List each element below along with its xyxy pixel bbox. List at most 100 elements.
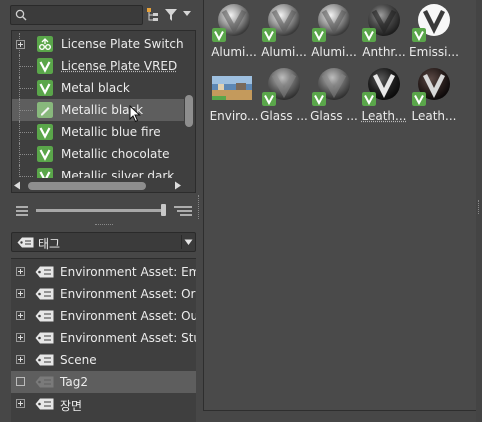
panel-splitter[interactable] <box>95 224 113 226</box>
grid-view-icon[interactable] <box>174 206 192 217</box>
tag-filter-value: 태그 <box>38 237 61 251</box>
collapse-box-icon[interactable] <box>16 377 25 386</box>
scroll-left-icon[interactable] <box>13 181 21 190</box>
vred-badge-icon <box>362 28 376 42</box>
tag-row-label: Environment Asset: Orang <box>60 287 196 301</box>
thumbnail-label: Emissi... <box>409 45 459 59</box>
tree-row-label: License Plate Switch <box>61 37 184 51</box>
expand-icon[interactable] <box>16 267 25 276</box>
tag-row-environment-studio[interactable]: Environment Asset: Studi <box>11 327 196 349</box>
edit-material-icon <box>37 102 53 118</box>
tag-row-environment-orange[interactable]: Environment Asset: Orang <box>11 283 196 305</box>
list-view-icon[interactable] <box>16 206 28 216</box>
tree-row-metallic-chocolate[interactable]: Metallic chocolate <box>12 143 184 165</box>
tag-row-scene-ko[interactable]: 장면 <box>11 393 196 415</box>
thumbnail-tile[interactable]: Alumi... <box>258 0 308 66</box>
thumbnail-tile[interactable]: Emissi... <box>408 0 459 66</box>
vred-badge-icon <box>412 28 426 42</box>
thumbnail-grid: Alumi... Alumi... Alumi... Anthr... Emis… <box>203 0 477 411</box>
expand-icon[interactable] <box>16 289 25 298</box>
expand-icon[interactable] <box>16 333 25 342</box>
tree-connector <box>19 66 33 67</box>
thumbnail-label: Glass ... <box>310 109 358 123</box>
thumbnail-size-slider[interactable] <box>10 204 196 218</box>
vred-material-icon <box>37 124 53 140</box>
expand-icon[interactable] <box>16 311 25 320</box>
tag-icon <box>35 376 54 388</box>
search-field[interactable] <box>10 5 143 25</box>
thumbnail-label: Enviro... <box>209 109 259 123</box>
tag-row-scene[interactable]: Scene <box>11 349 196 371</box>
tree-connector <box>19 110 33 111</box>
thumbnail-label: Leath... <box>361 109 407 123</box>
thumbnail-label: Alumi... <box>261 45 307 59</box>
scrollbar-thumb[interactable] <box>28 182 146 190</box>
thumbnail-label: Anthr... <box>362 45 406 59</box>
search-icon <box>15 9 27 21</box>
thumbnail-tile[interactable]: Glass ... <box>308 64 358 130</box>
tag-icon <box>35 266 54 278</box>
thumbnail-label: Glass ... <box>260 109 308 123</box>
thumbnail-tile[interactable]: Anthr... <box>358 0 408 66</box>
tag-row-tag2[interactable]: Tag2 <box>11 371 196 393</box>
environment-preview-icon <box>212 76 252 100</box>
vred-badge-icon <box>362 92 376 106</box>
tree-row-license-plate-vred[interactable]: License Plate VRED <box>12 55 184 77</box>
scrollbar-thumb[interactable] <box>185 95 193 127</box>
tree-view-icon[interactable] <box>146 7 160 23</box>
vred-badge-icon <box>412 92 426 106</box>
thumbnail-tile[interactable]: Glass ... <box>258 64 308 130</box>
thumbnail-tile[interactable]: Leath... <box>408 64 458 130</box>
vertical-splitter[interactable] <box>198 195 201 219</box>
tag-row-label: Tag2 <box>60 375 88 389</box>
tag-row-label: Scene <box>60 353 97 367</box>
tag-tree: Environment Asset: Empt Environment Asse… <box>11 258 196 422</box>
tag-row-label: Environment Asset: Studi <box>60 331 196 345</box>
vred-badge-icon <box>312 28 326 42</box>
search-input[interactable] <box>31 8 139 22</box>
tag-icon <box>17 237 34 248</box>
thumbnail-tile[interactable]: Alumi... <box>308 0 358 66</box>
thumbnail-label: Leath... <box>411 109 457 123</box>
tag-icon <box>35 310 54 322</box>
tree-row-metallic-black[interactable]: Metallic black <box>12 99 184 123</box>
scroll-right-icon[interactable] <box>174 181 182 190</box>
tag-row-label: Environment Asset: Outd <box>60 309 196 323</box>
tree-row-label: Metallic blue fire <box>61 125 161 139</box>
tag-icon <box>35 354 54 366</box>
tree-row-license-plate-switch[interactable]: License Plate Switch <box>12 33 184 55</box>
tag-row-environment-empty[interactable]: Environment Asset: Empt <box>11 261 196 283</box>
thumbnail-tile[interactable]: Enviro... <box>208 64 258 130</box>
tag-row-label: Environment Asset: Empt <box>60 265 196 279</box>
thumbnail-tile[interactable]: Alumi... <box>208 0 258 66</box>
vred-badge-icon <box>262 92 276 106</box>
dropdown-arrow[interactable] <box>181 235 194 249</box>
chevron-down-icon[interactable] <box>182 10 192 18</box>
tree-row-metal-black[interactable]: Metal black <box>12 77 184 99</box>
expand-icon[interactable] <box>16 355 25 364</box>
search-toolbar <box>10 5 196 25</box>
status-strip <box>203 411 482 422</box>
tag-row-environment-outdoor[interactable]: Environment Asset: Outd <box>11 305 196 327</box>
tag-filter-dropdown[interactable]: 태그 <box>11 232 196 252</box>
materials-tree: License Plate Switch License Plate VRED … <box>11 30 196 193</box>
vred-material-icon <box>37 80 53 96</box>
vred-badge-icon <box>262 28 276 42</box>
tag-icon <box>35 398 54 410</box>
filter-icon[interactable] <box>164 7 178 23</box>
slider-fill <box>36 209 164 212</box>
chevron-down-icon <box>184 239 193 245</box>
tag-icon <box>35 332 54 344</box>
vertical-splitter[interactable] <box>478 200 480 214</box>
tree-connector <box>19 88 33 89</box>
tree-row-metallic-blue-fire[interactable]: Metallic blue fire <box>12 121 184 143</box>
expand-icon[interactable] <box>16 399 25 408</box>
thumbnail-tile[interactable]: Leath... <box>358 64 408 130</box>
tree-connector <box>19 176 33 177</box>
left-panel: License Plate Switch License Plate VRED … <box>0 0 200 422</box>
thumbnail-label: Alumi... <box>211 45 257 59</box>
switch-material-icon <box>37 36 53 52</box>
slider-handle[interactable] <box>161 204 167 216</box>
expand-icon[interactable] <box>16 40 25 49</box>
thumbnail-label: Alumi... <box>311 45 357 59</box>
